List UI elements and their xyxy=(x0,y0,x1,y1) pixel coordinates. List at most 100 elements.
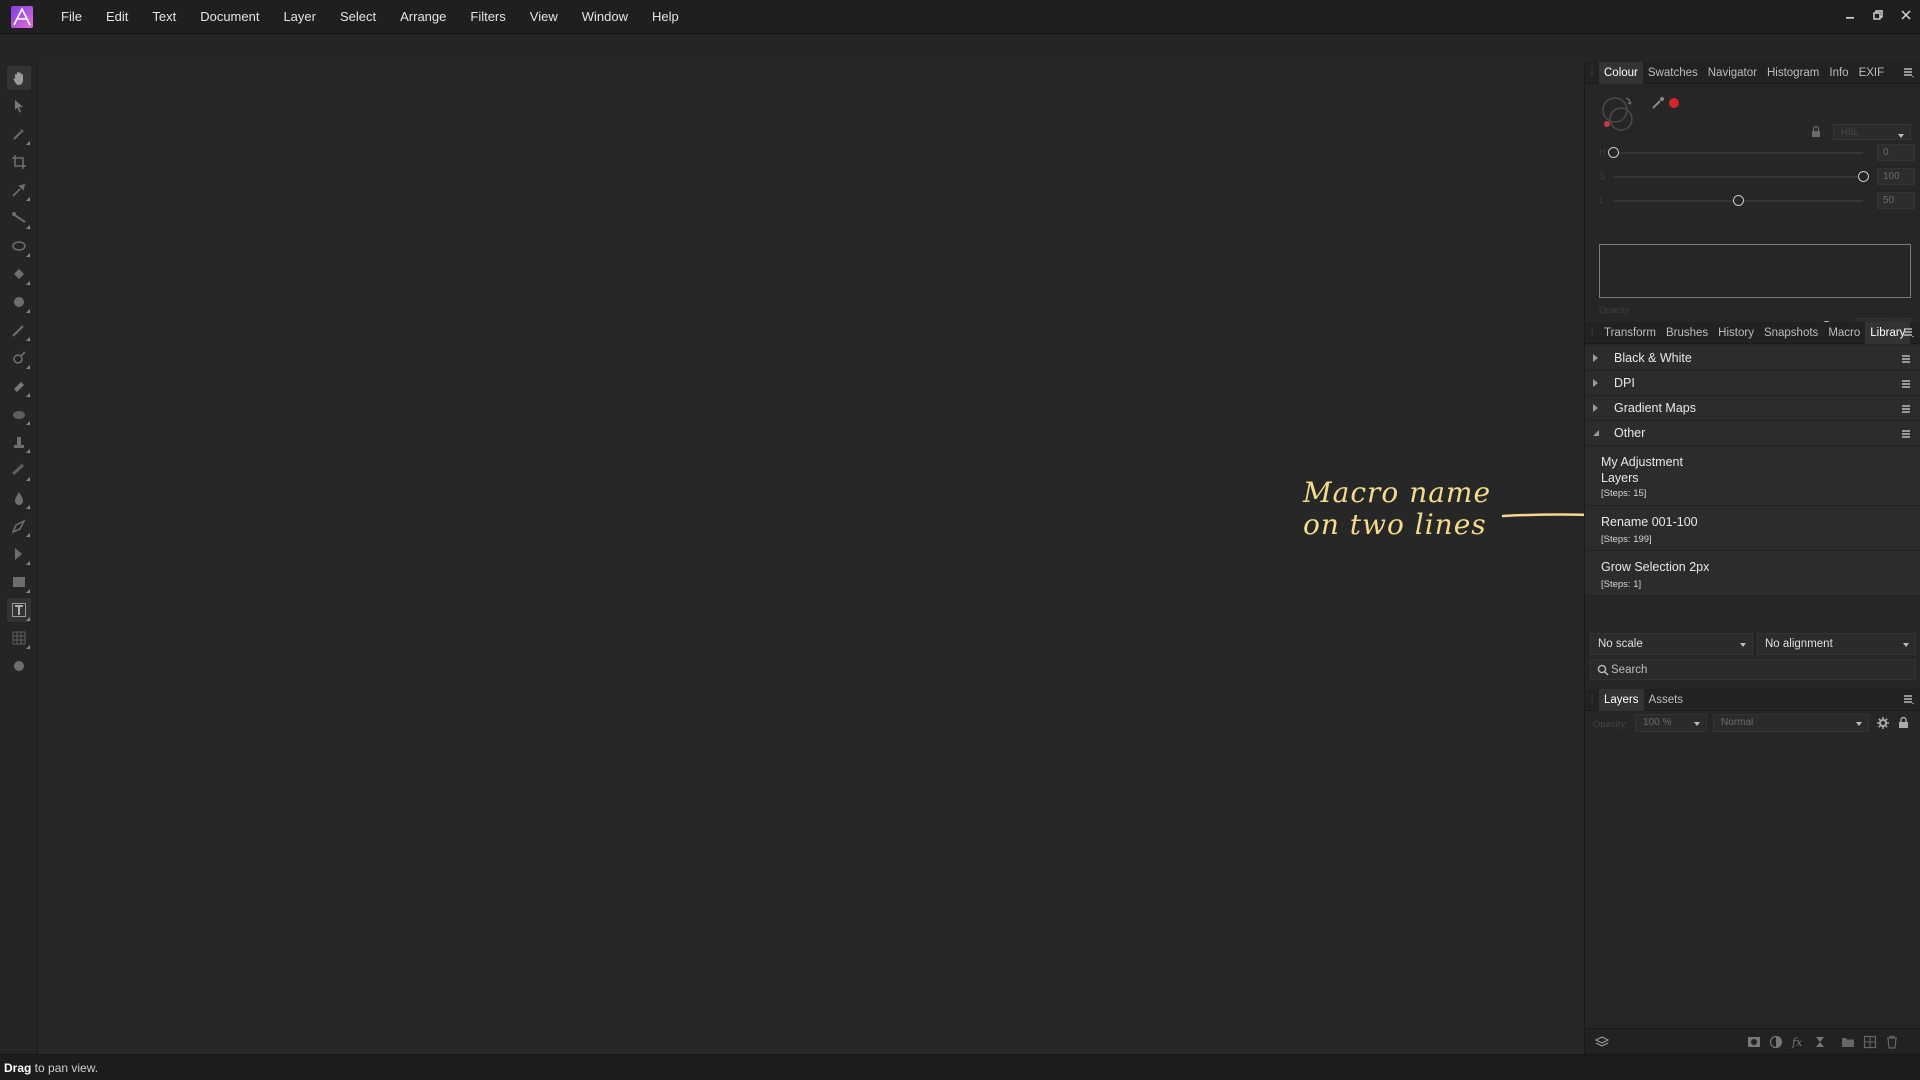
colour-model-dropdown[interactable]: HSL xyxy=(1833,124,1911,140)
menu-window[interactable]: Window xyxy=(570,0,640,34)
saturation-track[interactable] xyxy=(1613,176,1863,178)
menu-edit[interactable]: Edit xyxy=(94,0,140,34)
colour-picker-tool-icon[interactable] xyxy=(7,122,31,146)
fill-stroke-swatch-icon[interactable] xyxy=(1599,94,1639,134)
flood-fill-tool-icon[interactable] xyxy=(7,262,31,286)
panel-grip-icon[interactable]: ⁞ xyxy=(1585,322,1599,344)
paint-brush-tool-icon[interactable] xyxy=(7,290,31,314)
panel-grip-icon[interactable]: ⁞ xyxy=(1585,62,1599,84)
zoom-tool-icon[interactable] xyxy=(7,654,31,678)
tab-transform[interactable]: Transform xyxy=(1599,322,1661,344)
layers-opacity-dropdown[interactable]: 100 % xyxy=(1635,714,1707,732)
library-category-dpi[interactable]: DPI xyxy=(1585,371,1920,396)
library-category-gradient-maps[interactable]: Gradient Maps xyxy=(1585,396,1920,421)
node-tool-icon[interactable] xyxy=(7,542,31,566)
healing-brush-tool-icon[interactable] xyxy=(7,458,31,482)
saturation-knob[interactable] xyxy=(1858,171,1869,182)
library-search[interactable] xyxy=(1590,659,1916,680)
menu-view[interactable]: View xyxy=(518,0,570,34)
menu-file[interactable]: File xyxy=(49,0,94,34)
category-menu-icon[interactable] xyxy=(1901,428,1913,440)
menu-document[interactable]: Document xyxy=(188,0,271,34)
expand-arrow-icon[interactable] xyxy=(1592,353,1600,363)
saturation-value[interactable]: 100 xyxy=(1877,168,1915,185)
menu-text[interactable]: Text xyxy=(140,0,188,34)
minimize-icon[interactable] xyxy=(1836,0,1864,30)
dodge-brush-tool-icon[interactable] xyxy=(7,346,31,370)
tab-colour[interactable]: Colour xyxy=(1599,61,1643,84)
hue-value[interactable]: 0 xyxy=(1877,144,1915,161)
lightness-knob[interactable] xyxy=(1733,195,1744,206)
category-menu-icon[interactable] xyxy=(1901,403,1913,415)
lightness-slider[interactable]: L 50 xyxy=(1599,192,1915,210)
erase-brush-tool-icon[interactable] xyxy=(7,374,31,398)
close-icon[interactable] xyxy=(1892,0,1920,30)
selection-brush-tool-icon[interactable] xyxy=(7,178,31,202)
category-menu-icon[interactable] xyxy=(1901,378,1913,390)
library-category-black-white[interactable]: Black & White xyxy=(1585,346,1920,371)
current-colour-swatch[interactable] xyxy=(1669,98,1679,108)
menu-arrange[interactable]: Arrange xyxy=(388,0,458,34)
mesh-warp-tool-icon[interactable] xyxy=(7,626,31,650)
layers-list[interactable] xyxy=(1585,738,1920,1028)
tab-assets[interactable]: Assets xyxy=(1644,689,1689,711)
macro-item-rename[interactable]: Rename 001-100 [Steps: 199] xyxy=(1585,506,1920,551)
tab-brushes[interactable]: Brushes xyxy=(1661,322,1713,344)
tab-layers[interactable]: Layers xyxy=(1599,688,1644,711)
move-tool-icon[interactable] xyxy=(7,94,31,118)
affinity-photo-logo-icon[interactable] xyxy=(11,5,33,28)
tab-histogram[interactable]: Histogram xyxy=(1762,62,1824,84)
eyedropper-icon[interactable] xyxy=(1651,96,1665,110)
canvas-area[interactable]: Macro name on two lines xyxy=(38,62,1619,1054)
tab-swatches[interactable]: Swatches xyxy=(1643,62,1703,84)
smudge-brush-tool-icon[interactable] xyxy=(7,402,31,426)
tab-exif[interactable]: EXIF xyxy=(1854,62,1890,84)
category-menu-icon[interactable] xyxy=(1901,353,1913,365)
menu-filters[interactable]: Filters xyxy=(458,0,517,34)
mask-layer-icon[interactable] xyxy=(1747,1035,1761,1049)
lightness-value[interactable]: 50 xyxy=(1877,192,1915,209)
panel-grip-icon[interactable]: ⁞ xyxy=(1585,689,1599,711)
panel-menu-icon[interactable] xyxy=(1903,66,1915,78)
tab-navigator[interactable]: Navigator xyxy=(1703,62,1762,84)
rectangle-tool-icon[interactable] xyxy=(7,570,31,594)
folder-icon[interactable] xyxy=(1841,1035,1855,1049)
menu-select[interactable]: Select xyxy=(328,0,388,34)
search-input[interactable] xyxy=(1611,661,1911,679)
tab-snapshots[interactable]: Snapshots xyxy=(1759,322,1823,344)
panel-menu-icon[interactable] xyxy=(1903,326,1915,338)
tab-macro[interactable]: Macro xyxy=(1823,322,1865,344)
tab-info[interactable]: Info xyxy=(1824,62,1853,84)
flood-select-tool-icon[interactable] xyxy=(7,206,31,230)
pen-tool-icon[interactable] xyxy=(7,514,31,538)
lock-icon[interactable] xyxy=(1898,716,1909,729)
lock-icon[interactable] xyxy=(1811,126,1821,138)
hue-track[interactable] xyxy=(1613,152,1863,154)
restore-icon[interactable] xyxy=(1864,0,1892,30)
panel-menu-icon[interactable] xyxy=(1903,693,1915,705)
library-category-other[interactable]: Other xyxy=(1585,421,1920,446)
marquee-tool-icon[interactable] xyxy=(7,234,31,258)
text-tool-icon[interactable] xyxy=(7,598,31,622)
trash-icon[interactable] xyxy=(1885,1035,1899,1049)
pixel-tool-icon[interactable] xyxy=(7,318,31,342)
blend-mode-dropdown[interactable]: Normal xyxy=(1713,714,1869,732)
add-pixel-layer-icon[interactable] xyxy=(1863,1035,1877,1049)
live-filter-layer-icon[interactable] xyxy=(1813,1035,1827,1049)
fx-live-filter-icon[interactable]: fx xyxy=(1791,1035,1805,1049)
menu-layer[interactable]: Layer xyxy=(271,0,328,34)
scale-dropdown[interactable]: No scale xyxy=(1590,633,1753,655)
red-eye-tool-icon[interactable] xyxy=(7,486,31,510)
clone-brush-tool-icon[interactable] xyxy=(7,430,31,454)
saturation-slider[interactable]: S 100 xyxy=(1599,168,1915,186)
tab-history[interactable]: History xyxy=(1713,322,1759,344)
macro-item-grow-selection[interactable]: Grow Selection 2px [Steps: 1] xyxy=(1585,551,1920,596)
menu-help[interactable]: Help xyxy=(640,0,691,34)
hue-knob[interactable] xyxy=(1608,147,1619,158)
layers-stack-icon[interactable] xyxy=(1595,1035,1609,1049)
alignment-dropdown[interactable]: No alignment xyxy=(1757,633,1916,655)
macro-item-my-adjustment-layers[interactable]: My Adjustment Layers [Steps: 15] xyxy=(1585,446,1920,506)
expand-arrow-icon[interactable] xyxy=(1592,403,1600,413)
hue-slider[interactable]: H 0 xyxy=(1599,144,1915,162)
hand-tool-icon[interactable] xyxy=(7,66,31,90)
